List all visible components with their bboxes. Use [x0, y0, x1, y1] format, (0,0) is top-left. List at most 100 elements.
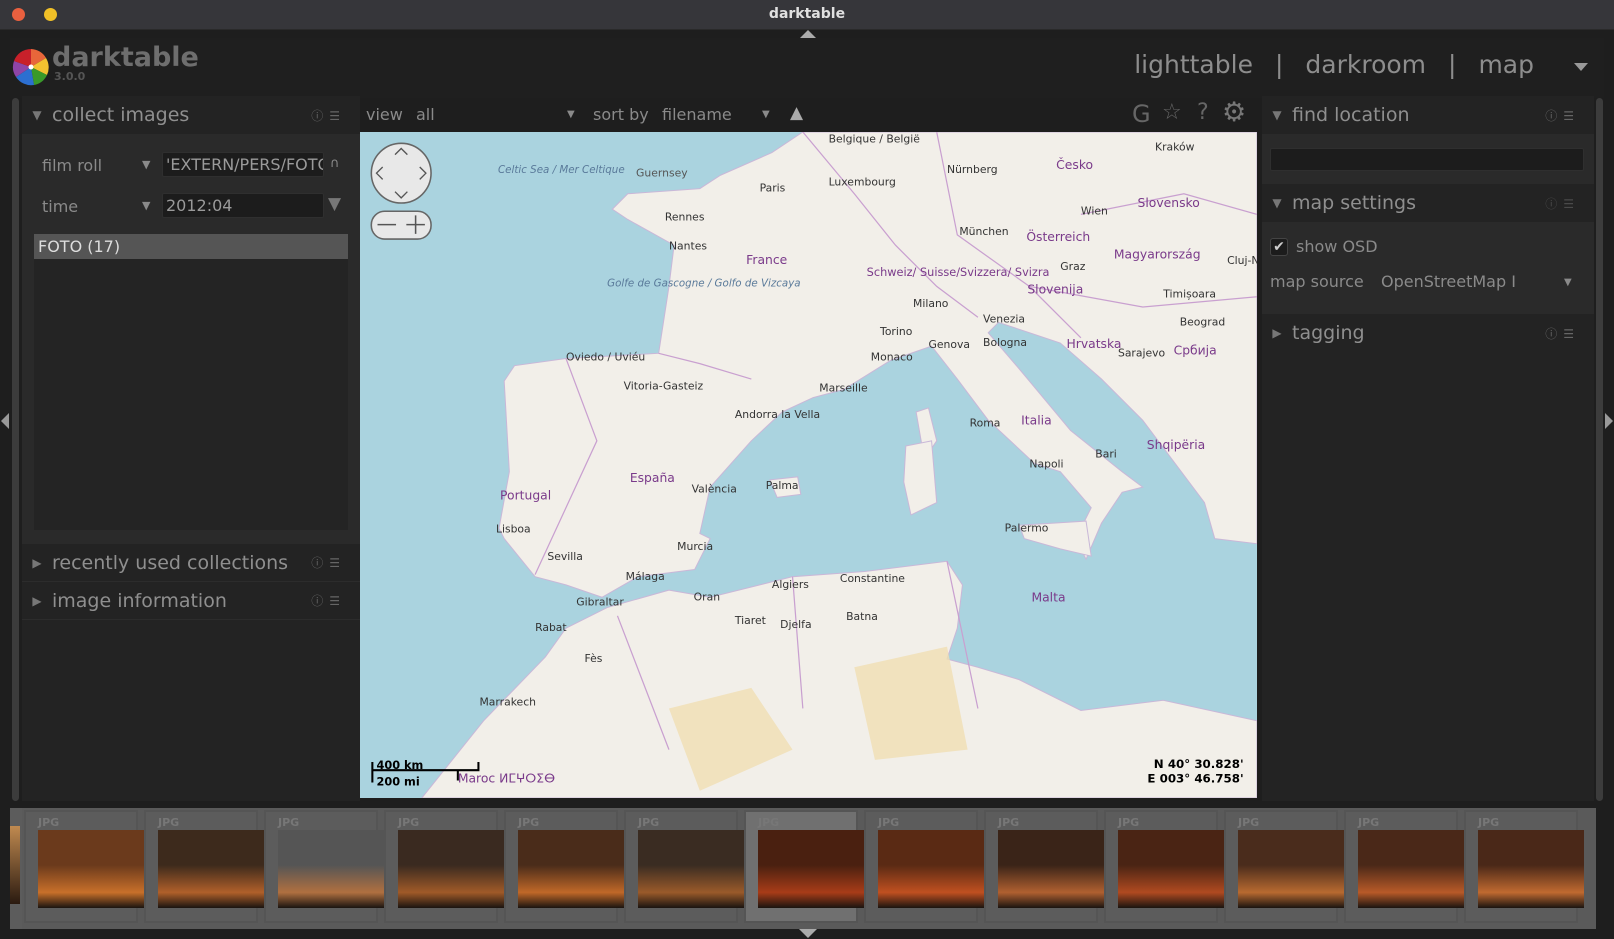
- narrow-down-icon[interactable]: ∩: [330, 156, 340, 171]
- dropdown-arrow-icon[interactable]: ▼: [142, 158, 150, 171]
- show-osd-checkbox[interactable]: ✔: [1270, 238, 1288, 256]
- collection-list: FOTO (17): [34, 234, 348, 530]
- filmstrip-thumbnail[interactable]: JPG: [744, 810, 864, 923]
- filmstrip-thumbnail[interactable]: JPG: [24, 810, 144, 923]
- view-filter-dropdown[interactable]: all: [416, 105, 576, 124]
- map-label: München: [959, 225, 1008, 238]
- collapsed-arrow-icon: ▶: [32, 555, 42, 570]
- view-darkroom[interactable]: darkroom: [1305, 50, 1426, 79]
- sort-dropdown[interactable]: filename: [662, 105, 732, 124]
- thumbnail-image: [1478, 830, 1584, 908]
- module-icons[interactable]: ⓘ☰: [1545, 195, 1580, 212]
- right-panel: ▼ find location ⓘ☰ ▼ map settings ⓘ☰ ✔ s…: [1262, 96, 1594, 801]
- thumbnail-image: [1118, 830, 1224, 908]
- map-settings-header[interactable]: ▼ map settings ⓘ☰: [1262, 184, 1594, 222]
- module-icons[interactable]: ⓘ☰: [311, 554, 346, 571]
- darktable-logo-icon: [12, 48, 49, 86]
- format-label: JPG: [158, 816, 180, 829]
- collapse-bottom-arrow-icon[interactable]: [799, 929, 817, 938]
- view-map[interactable]: map: [1478, 50, 1534, 79]
- module-icons[interactable]: ⓘ☰: [1545, 107, 1580, 124]
- filmstrip-thumbnail[interactable]: JPG: [864, 810, 984, 923]
- map-label: Nürnberg: [947, 163, 998, 176]
- collect-images-header[interactable]: ▼ collect images ⓘ☰: [22, 96, 360, 134]
- map-source-dropdown[interactable]: OpenStreetMap I: [1381, 272, 1516, 291]
- image-information-header[interactable]: ▶ image information ⓘ☰: [22, 582, 360, 620]
- map-label: Torino: [879, 325, 913, 338]
- map-label: Bari: [1095, 447, 1116, 460]
- sort-order-icon[interactable]: ▲: [790, 103, 803, 123]
- help-icon[interactable]: ?: [1197, 100, 1209, 125]
- center-toolbar: view all ▼ sort by filename ▼ ▲ G ☆ ? ⚙: [360, 97, 1257, 130]
- map-label: Murcia: [677, 540, 713, 553]
- show-osd-label[interactable]: show OSD: [1296, 237, 1378, 256]
- filmstrip-thumbnail[interactable]: JPG: [1464, 810, 1584, 923]
- left-scrollbar[interactable]: [12, 98, 19, 801]
- filmstrip-thumbnail[interactable]: JPG: [624, 810, 744, 923]
- filmstrip-thumbnail[interactable]: JPG: [144, 810, 264, 923]
- film-roll-field[interactable]: 'EXTERN/PERS/FOTO: [162, 152, 324, 177]
- format-label: JPG: [398, 816, 420, 829]
- title-bar: darktable: [0, 0, 1614, 39]
- filmstrip-thumbnail[interactable]: JPG: [1344, 810, 1464, 923]
- dropdown-arrow-icon[interactable]: ▼: [142, 199, 150, 212]
- osd-zoom-control[interactable]: [370, 210, 432, 240]
- map-label: Oviedo / Uviéu: [566, 351, 645, 364]
- collapse-right-arrow-icon[interactable]: [1605, 413, 1613, 429]
- module-icons[interactable]: ⓘ☰: [311, 592, 346, 609]
- filmstrip-thumbnail[interactable]: JPG: [984, 810, 1104, 923]
- map-label: Graz: [1060, 260, 1085, 273]
- map-label: València: [692, 482, 737, 495]
- filmstrip-thumbnail[interactable]: JPG: [1104, 810, 1224, 923]
- grouping-icon[interactable]: G: [1132, 100, 1151, 128]
- star-icon[interactable]: ☆: [1162, 100, 1182, 125]
- filmstrip-thumbnail[interactable]: JPG: [264, 810, 384, 923]
- map-label: Maroc ⵍⵎⵖⵔⵉⴱ: [458, 772, 555, 786]
- format-label: JPG: [278, 816, 300, 829]
- module-icons[interactable]: ⓘ☰: [1545, 325, 1580, 342]
- separator: |: [1448, 50, 1457, 79]
- dropdown-arrow-icon[interactable]: ▼: [567, 109, 575, 120]
- map-label: Србија: [1174, 343, 1217, 357]
- module-title: find location: [1292, 104, 1410, 126]
- gear-icon[interactable]: ⚙: [1222, 97, 1246, 128]
- filter-triangle-icon[interactable]: ▼: [328, 194, 341, 214]
- recent-collections-header[interactable]: ▶ recently used collections ⓘ☰: [22, 544, 360, 582]
- location-search-input[interactable]: [1270, 148, 1584, 171]
- map-label: Wien: [1081, 204, 1108, 217]
- dropdown-arrow-icon[interactable]: ▼: [762, 109, 770, 120]
- map-label: Marseille: [819, 381, 868, 394]
- map-label: Málaga: [626, 570, 665, 583]
- filmstrip[interactable]: JPG JPG JPG JPG JPG JPG JPG JPG JPG JPG JPG JPG JPG: [10, 808, 1596, 929]
- osd-pan-control[interactable]: [370, 142, 432, 204]
- find-location-header[interactable]: ▼ find location ⓘ☰: [1262, 96, 1594, 134]
- module-icons[interactable]: ⓘ☰: [311, 107, 346, 124]
- window-title: darktable: [768, 6, 846, 22]
- dropdown-arrow-icon[interactable]: ▼: [1564, 277, 1572, 288]
- map-label: Venezia: [983, 312, 1025, 325]
- thumbnail-image: [878, 830, 984, 908]
- right-scrollbar[interactable]: [1596, 98, 1603, 801]
- map-tiles[interactable]: Paris Rennes Nantes France Luxembourg Nü…: [360, 132, 1257, 798]
- thumbnail-partial[interactable]: [10, 808, 22, 929]
- format-label: JPG: [998, 816, 1020, 829]
- map-label: Hrvatska: [1066, 337, 1121, 351]
- rule-property[interactable]: film roll: [42, 156, 102, 175]
- filmstrip-thumbnail[interactable]: JPG: [1224, 810, 1344, 923]
- tagging-header[interactable]: ▶ tagging ⓘ☰: [1262, 314, 1594, 352]
- time-field[interactable]: 2012:04: [162, 193, 324, 218]
- header-dropdown-icon[interactable]: [1574, 63, 1588, 71]
- map-label: Bologna: [983, 336, 1027, 349]
- view-switcher: lighttable | darkroom | map: [1134, 50, 1534, 79]
- filmstrip-thumbnail[interactable]: JPG: [384, 810, 504, 923]
- map-label: Schweiz/ Suisse/Svizzera/ Svizra: [867, 265, 1050, 279]
- collapse-left-arrow-icon[interactable]: [1, 413, 9, 429]
- map-label: Palermo: [1005, 521, 1049, 534]
- view-lighttable[interactable]: lighttable: [1134, 50, 1253, 79]
- map-label: España: [630, 471, 675, 485]
- sort-label: sort by: [593, 105, 649, 124]
- filmstrip-thumbnail[interactable]: JPG: [504, 810, 624, 923]
- list-item[interactable]: FOTO (17): [34, 234, 348, 259]
- map-canvas[interactable]: Paris Rennes Nantes France Luxembourg Nü…: [360, 132, 1257, 798]
- rule-property[interactable]: time: [42, 197, 78, 216]
